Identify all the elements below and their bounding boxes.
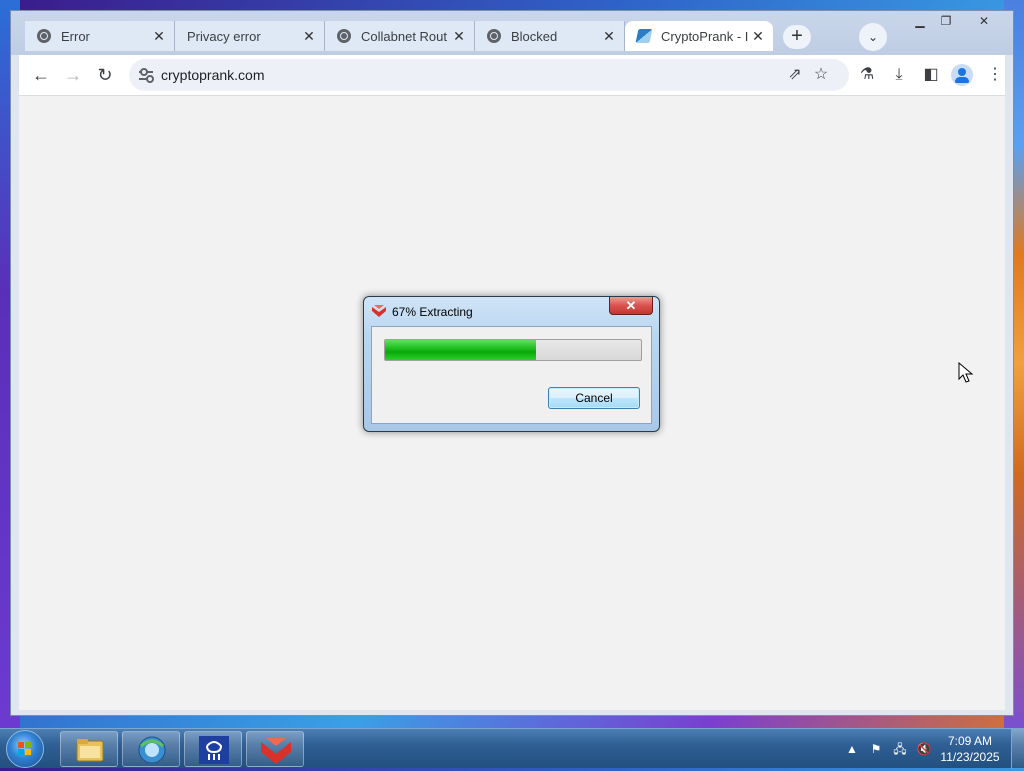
flask-icon[interactable]: ⚗ <box>857 65 877 85</box>
taskbar-clock[interactable]: 7:09 AM 11/23/2025 <box>938 733 1002 765</box>
network-status-icon[interactable]: 🖧 <box>892 741 908 757</box>
tab-collabnet[interactable]: Collabnet Rout ✕ <box>325 21 475 51</box>
start-button[interactable] <box>6 730 44 768</box>
dialog-body: Cancel <box>371 326 652 424</box>
globe-icon <box>37 29 51 43</box>
clock-time: 7:09 AM <box>947 734 993 748</box>
tab-title: Error <box>61 28 90 44</box>
close-icon[interactable]: ✕ <box>452 28 466 45</box>
tab-search-button[interactable]: ⌄ <box>859 23 887 51</box>
close-icon[interactable]: ✕ <box>302 28 316 45</box>
taskbar-extractor-app[interactable] <box>246 731 304 767</box>
share-icon[interactable]: ⇗ <box>785 65 805 85</box>
address-bar[interactable]: cryptoprank.com ⇗ ☆ <box>129 59 849 91</box>
dialog-close-button[interactable]: ✕ <box>609 297 653 315</box>
minimize-button[interactable]: ▁ <box>907 13 933 29</box>
mouse-cursor-icon <box>958 362 974 383</box>
restore-button[interactable]: ❐ <box>933 13 959 29</box>
extractor-app-icon <box>261 738 291 764</box>
clock-date: 11/23/2025 <box>940 750 1000 764</box>
side-panel-icon[interactable]: ◧ <box>921 65 941 85</box>
close-icon[interactable]: ✕ <box>152 28 166 45</box>
arrow-left-icon[interactable]: ← <box>29 63 53 87</box>
tab-title: Collabnet Rout <box>361 28 447 44</box>
tab-blocked[interactable]: Blocked ✕ <box>475 21 625 51</box>
globe-icon <box>487 29 501 43</box>
dialog-title: 67% Extracting <box>392 305 473 319</box>
url-text: cryptoprank.com <box>161 67 265 83</box>
action-center-flag-icon[interactable]: ⚑ <box>868 741 884 757</box>
cryptoprank-favicon-icon <box>635 29 653 43</box>
close-icon[interactable]: ✕ <box>751 28 765 45</box>
show-desktop-button[interactable] <box>1011 729 1024 769</box>
tab-privacy-error[interactable]: Privacy error ✕ <box>175 21 325 51</box>
tab-strip: Error ✕ Privacy error ✕ Collabnet Rout ✕… <box>11 11 1013 55</box>
extracting-dialog: 67% Extracting ✕ Cancel <box>363 296 660 432</box>
reload-icon[interactable]: ↻ <box>93 63 117 87</box>
tab-title: Blocked <box>511 28 558 44</box>
tab-title: CryptoPrank - I <box>661 28 749 44</box>
network-app-icon <box>199 736 229 764</box>
new-tab-button[interactable]: + <box>783 25 811 49</box>
folder-icon <box>76 739 104 762</box>
star-icon[interactable]: ☆ <box>811 65 831 85</box>
close-icon[interactable]: ✕ <box>602 28 616 45</box>
show-hidden-icons-icon[interactable]: ▲ <box>844 741 860 757</box>
taskbar-network-app[interactable] <box>184 731 242 767</box>
arrow-right-icon[interactable]: → <box>61 63 85 87</box>
app-logo-icon <box>372 305 386 317</box>
window-close-button[interactable]: ✕ <box>971 13 997 29</box>
taskbar: ▲ ⚑ 🖧 🔇 7:09 AM 11/23/2025 <box>0 728 1024 769</box>
tab-error[interactable]: Error ✕ <box>25 21 175 51</box>
volume-muted-icon[interactable]: 🔇 <box>916 741 932 757</box>
browser-toolbar: ← → ↻ cryptoprank.com ⇗ ☆ ⚗ ⤓ ◧ ⋮ <box>19 55 1005 96</box>
progress-bar <box>384 339 642 361</box>
browser-globe-icon <box>138 736 166 764</box>
tab-title: Privacy error <box>187 28 261 44</box>
taskbar-browser[interactable] <box>122 731 180 767</box>
tab-cryptoprank[interactable]: CryptoPrank - I ✕ <box>625 21 773 51</box>
profile-avatar[interactable] <box>951 64 973 86</box>
windows-logo-icon <box>18 742 32 756</box>
kebab-menu-icon[interactable]: ⋮ <box>985 65 1005 85</box>
download-icon[interactable]: ⤓ <box>889 65 909 85</box>
taskbar-explorer[interactable] <box>60 731 118 767</box>
globe-icon <box>337 29 351 43</box>
progress-fill <box>385 340 537 360</box>
cancel-button[interactable]: Cancel <box>548 387 640 409</box>
site-info-icon[interactable] <box>139 68 154 83</box>
